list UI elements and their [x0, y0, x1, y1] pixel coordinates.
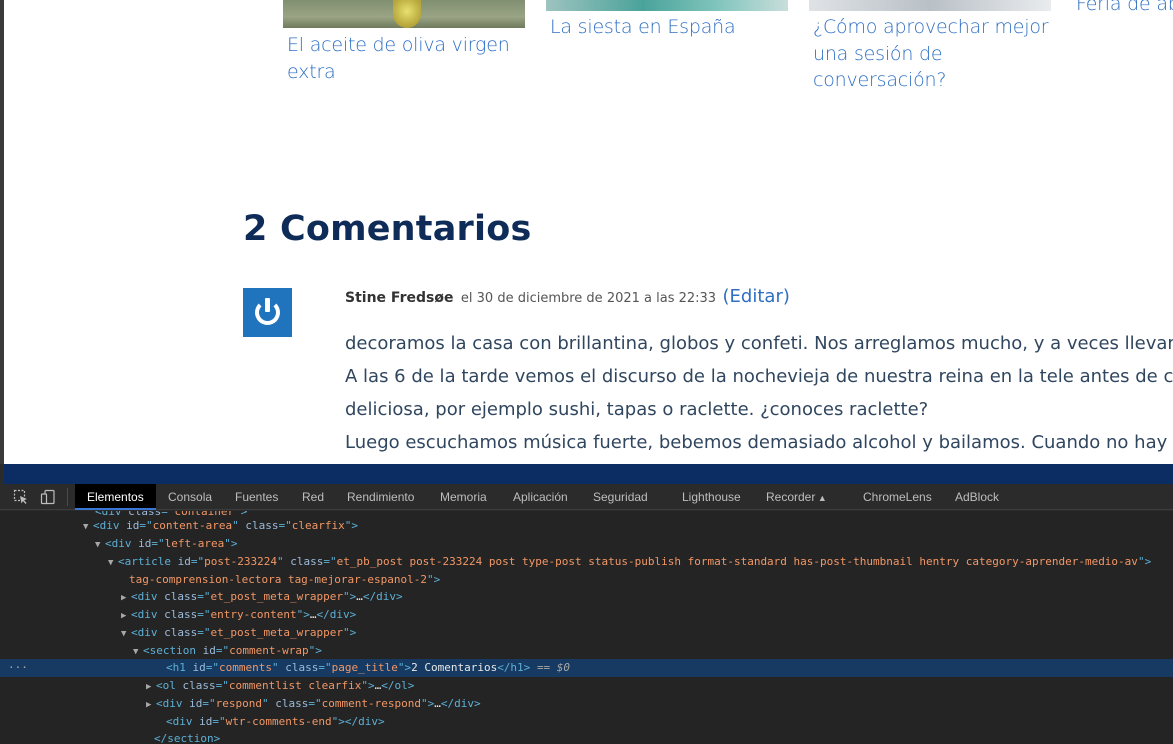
- devtools-tab-recorder[interactable]: Recorder ▲: [766, 484, 827, 510]
- expand-triangle-icon[interactable]: ▶: [121, 589, 131, 607]
- devtools-resize-bar[interactable]: [0, 464, 1173, 484]
- dom-node-row[interactable]: </section>: [0, 730, 1173, 744]
- dom-node-row[interactable]: ▶ <ol class="commentlist clearfix">…</ol>: [0, 677, 1173, 695]
- devtools-tab-chromelens[interactable]: ChromeLens: [863, 484, 932, 510]
- comment-date[interactable]: el 30 de diciembre de 2021 a las 22:33: [461, 291, 716, 306]
- related-post-link-olive-oil[interactable]: El aceite de oliva virgen extra: [287, 32, 527, 85]
- flask-icon: ▲: [815, 493, 827, 503]
- collapse-triangle-icon[interactable]: ▼: [108, 554, 118, 572]
- collapse-triangle-icon[interactable]: ▼: [95, 536, 105, 554]
- devtools-tab-memoria[interactable]: Memoria: [440, 484, 487, 510]
- devtools-tab-consola[interactable]: Consola: [168, 484, 212, 510]
- webpage-viewport: El aceite de oliva virgen extra La siest…: [4, 0, 1173, 464]
- comment-author: Stine Fredsøe: [345, 290, 454, 306]
- dom-node-row[interactable]: ▼ <div id="content-area" class="clearfix"…: [0, 517, 1173, 535]
- commenter-avatar: [243, 288, 292, 337]
- devtools-tab-rendimiento[interactable]: Rendimiento: [347, 484, 414, 510]
- devtools-tab-aplicaci-n[interactable]: Aplicación: [513, 484, 568, 510]
- devtools-tab-seguridad[interactable]: Seguridad: [593, 484, 648, 510]
- device-toolbar-icon[interactable]: [40, 489, 56, 505]
- dom-node-row[interactable]: tag-comprension-lectora tag-mejorar-espa…: [0, 571, 1173, 589]
- collapse-triangle-icon[interactable]: ▼: [83, 518, 93, 536]
- elements-panel: <div class="container"> ▼ <div id="content…: [0, 511, 1173, 744]
- related-thumbnail-olive-oil[interactable]: [283, 0, 525, 28]
- dom-node-row[interactable]: ▶ <div class="entry-content">…</div>: [0, 606, 1173, 624]
- dom-node-row-selected[interactable]: ··· <h1 id="comments" class="page_title">…: [0, 659, 1173, 677]
- comment-line: A las 6 de la tarde vemos el discurso de…: [345, 366, 1173, 387]
- devtools-tabbar: Elementos Consola Fuentes Red Rendimiento Mem…: [0, 484, 1173, 510]
- inspect-element-icon[interactable]: [13, 489, 29, 505]
- collapse-triangle-icon[interactable]: ▼: [121, 625, 131, 643]
- expand-triangle-icon[interactable]: ▶: [121, 607, 131, 625]
- expand-triangle-icon[interactable]: ▶: [146, 678, 156, 696]
- related-thumbnail-conversation[interactable]: [809, 0, 1051, 11]
- comment-line: deliciosa, por ejemplo sushi, tapas o ra…: [345, 399, 929, 420]
- related-thumbnail-siesta[interactable]: [546, 0, 788, 11]
- expand-triangle-icon[interactable]: ▶: [146, 696, 156, 714]
- dom-node-row[interactable]: ▶ <div class="et_post_meta_wrapper">…</di…: [0, 588, 1173, 606]
- related-post-link-conversation[interactable]: ¿Cómo aprovechar mejor una sesión de con…: [813, 14, 1053, 94]
- devtools-tab-red[interactable]: Red: [302, 484, 324, 510]
- dom-node-row[interactable]: <div id="wtr-comments-end"></div>: [0, 713, 1173, 731]
- comment-line: Luego escuchamos música fuerte, bebemos …: [345, 432, 1173, 453]
- comments-heading: 2 Comentarios: [243, 209, 532, 249]
- dom-node-row[interactable]: ▼ <article id="post-233224" class="et_pb_…: [0, 553, 1173, 571]
- comment-line: decoramos la casa con brillantina, globo…: [345, 333, 1173, 354]
- devtools-tab-elementos[interactable]: Elementos: [75, 484, 156, 510]
- dom-node-row[interactable]: ▼ <section id="comment-wrap">: [0, 642, 1173, 660]
- dom-node-row[interactable]: ▼ <div class="et_post_meta_wrapper">: [0, 624, 1173, 642]
- comment-meta: Stine Fredsøe el 30 de diciembre de 2021…: [345, 286, 790, 307]
- devtools-tab-adblock[interactable]: AdBlock: [955, 484, 999, 510]
- comment-body: decoramos la casa con brillantina, globo…: [345, 327, 1173, 459]
- devtools-tab-lighthouse[interactable]: Lighthouse: [682, 484, 741, 510]
- related-post-link-feria[interactable]: Feria de ab (España): [1076, 0, 1173, 18]
- related-post-link-siesta[interactable]: La siesta en España: [550, 14, 790, 41]
- row-more-icon[interactable]: ···: [8, 659, 28, 677]
- dom-node-row[interactable]: ▼ <div id="left-area">: [0, 535, 1173, 553]
- devtools-tab-fuentes[interactable]: Fuentes: [235, 484, 278, 510]
- dom-node-row[interactable]: ▶ <div id="respond" class="comment-respon…: [0, 695, 1173, 713]
- comment-edit-link[interactable]: (Editar): [723, 286, 790, 307]
